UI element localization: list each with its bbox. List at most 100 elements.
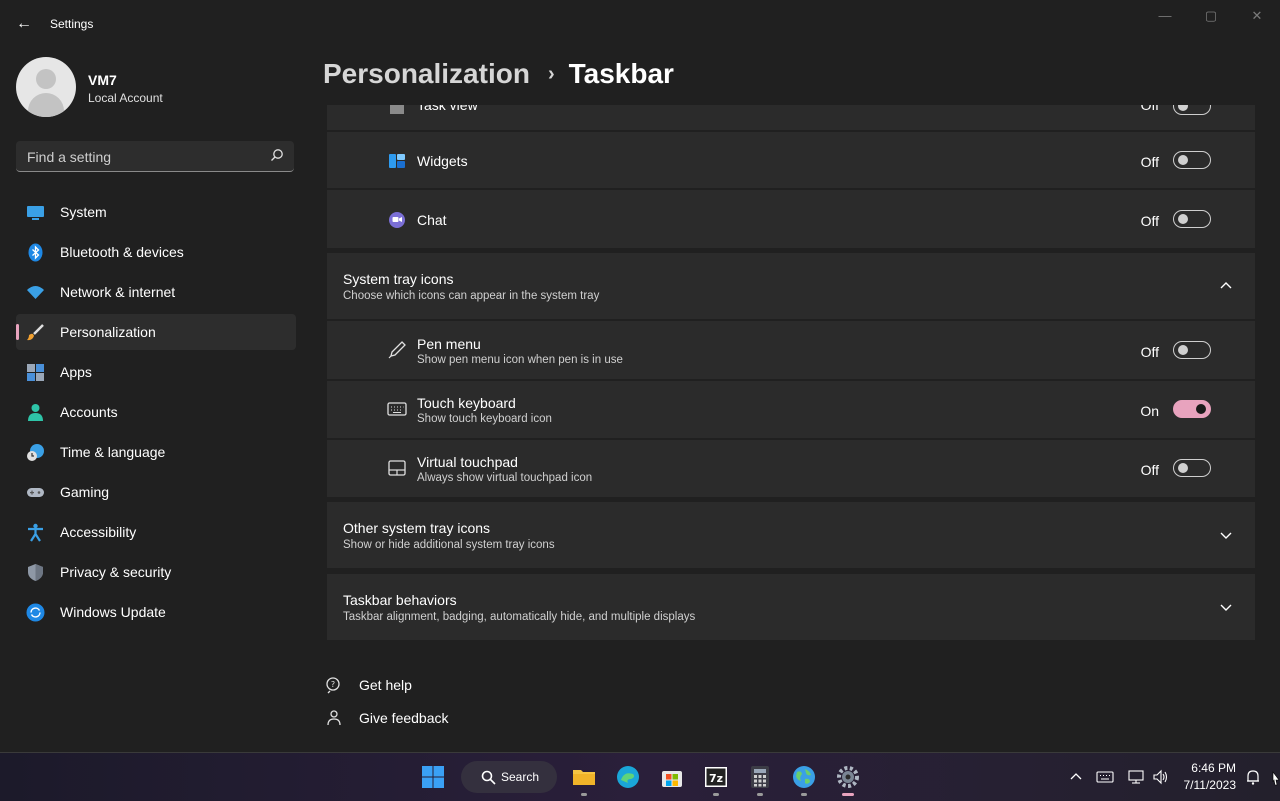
sidebar-item-label: Accounts: [60, 404, 118, 420]
sidebar-item-accessibility[interactable]: Accessibility: [16, 514, 296, 550]
touch-keyboard-toggle[interactable]: [1173, 400, 1211, 418]
chevron-up-icon[interactable]: [1219, 279, 1233, 293]
taskbar-items-card: Task view Off Widgets Off Chat Off: [327, 105, 1255, 248]
start-icon[interactable]: [421, 765, 445, 789]
chevron-down-icon[interactable]: [1219, 600, 1233, 614]
chevron-up-icon[interactable]: [1069, 770, 1083, 784]
sidebar-item-label: Apps: [60, 364, 92, 380]
virtual-touchpad-description: Always show virtual touchpad icon: [417, 472, 593, 484]
title-bar: ← Settings — ▢ ✕: [0, 0, 1280, 48]
taskbar-search-label: Search: [501, 770, 540, 784]
taskbar-search-button[interactable]: Search: [461, 761, 557, 793]
sidebar-item-label: Privacy & security: [60, 564, 172, 580]
clock-time[interactable]: 6:46 PM: [1180, 761, 1236, 775]
chat-icon: [389, 212, 405, 228]
system-tray-subtitle: Choose which icons can appear in the sys…: [343, 290, 600, 302]
system-tray-title: System tray icons: [343, 271, 454, 287]
close-button[interactable]: ✕: [1242, 6, 1272, 26]
search-icon: [481, 770, 496, 785]
other-tray-title: Other system tray icons: [343, 520, 491, 536]
network-icon[interactable]: [1127, 768, 1145, 786]
help-icon: ?: [326, 677, 340, 694]
task-view-toggle[interactable]: [1173, 105, 1211, 115]
running-indicator: [801, 793, 807, 796]
search-input[interactable]: Find a setting: [16, 141, 294, 172]
sidebar-item-bluetooth[interactable]: Bluetooth & devices: [16, 234, 296, 270]
sidebar-item-apps[interactable]: Apps: [16, 354, 296, 390]
back-button[interactable]: ←: [14, 14, 34, 34]
maps-globe-icon[interactable]: [792, 765, 816, 789]
volume-icon[interactable]: [1152, 768, 1170, 786]
taskbar-behaviors-subtitle: Taskbar alignment, badging, automaticall…: [343, 611, 696, 623]
sidebar-item-windows-update[interactable]: Windows Update: [16, 594, 296, 630]
feedback-icon: [327, 710, 341, 726]
widgets-state: Off: [1140, 154, 1159, 170]
person-icon: [28, 404, 43, 421]
settings-content: Task view Off Widgets Off Chat Off Syste…: [327, 105, 1255, 755]
widgets-toggle[interactable]: [1173, 151, 1211, 169]
virtual-touchpad-toggle[interactable]: [1173, 459, 1211, 477]
sidebar-item-network[interactable]: Network & internet: [16, 274, 296, 310]
calculator-icon[interactable]: [748, 765, 772, 789]
sidebar-item-privacy-security[interactable]: Privacy & security: [16, 554, 296, 590]
page-title: Taskbar: [568, 58, 674, 89]
give-feedback-link[interactable]: Give feedback: [359, 710, 449, 726]
system-tray-items: Pen menu Show pen menu icon when pen is …: [327, 321, 1255, 497]
chat-label: Chat: [417, 212, 447, 228]
widgets-icon: [389, 154, 405, 168]
pen-menu-label: Pen menu: [417, 336, 481, 352]
clock-date[interactable]: 7/11/2023: [1180, 778, 1237, 792]
file-explorer-icon[interactable]: [572, 765, 596, 789]
sidebar-item-label: Accessibility: [60, 524, 137, 540]
svg-text:7z: 7z: [709, 772, 723, 785]
edge-icon[interactable]: [616, 765, 640, 789]
restore-button[interactable]: ▢: [1196, 6, 1226, 26]
taskbar-behaviors-title: Taskbar behaviors: [343, 592, 457, 608]
user-profile[interactable]: VM7 Local Account: [16, 57, 296, 119]
sidebar-item-gaming[interactable]: Gaming: [16, 474, 296, 510]
running-indicator: [581, 793, 587, 796]
app-title: Settings: [50, 17, 94, 31]
chevron-down-icon[interactable]: [1219, 528, 1233, 542]
accessibility-icon: [28, 523, 43, 542]
svg-text:?: ?: [331, 680, 335, 689]
account-type: Local Account: [88, 91, 163, 105]
sidebar-item-time-language[interactable]: Time & language: [16, 434, 296, 470]
breadcrumb-personalization[interactable]: Personalization: [323, 58, 530, 89]
pen-menu-toggle[interactable]: [1173, 341, 1211, 359]
search-placeholder: Find a setting: [27, 149, 112, 165]
sidebar-item-personalization[interactable]: Personalization: [16, 314, 296, 350]
get-help-link[interactable]: Get help: [359, 677, 412, 693]
store-icon[interactable]: [660, 765, 684, 789]
sidebar-item-label: Time & language: [60, 444, 166, 460]
touch-keyboard-state: On: [1140, 403, 1159, 419]
touch-keyboard-description: Show touch keyboard icon: [417, 413, 552, 425]
touch-keyboard-tray-icon[interactable]: [1096, 769, 1114, 785]
brush-icon: [27, 324, 44, 341]
7zip-icon[interactable]: 7z: [704, 765, 728, 789]
task-view-state: Off: [1140, 105, 1159, 113]
virtual-touchpad-state: Off: [1140, 462, 1159, 478]
sidebar-item-accounts[interactable]: Accounts: [16, 394, 296, 430]
chat-toggle[interactable]: [1173, 210, 1211, 228]
clock-globe-icon: [27, 444, 44, 461]
task-view-label: Task view: [417, 105, 478, 113]
page-header: Personalization › Taskbar: [323, 58, 674, 90]
sidebar-item-system[interactable]: System: [16, 194, 296, 230]
taskbar-behaviors-expander[interactable]: Taskbar behaviors Taskbar alignment, bad…: [327, 574, 1255, 640]
system-tray-expander[interactable]: System tray icons Choose which icons can…: [327, 253, 1255, 319]
settings-gear-icon[interactable]: [836, 765, 860, 789]
apps-icon: [27, 364, 44, 381]
monitor-icon: [27, 206, 44, 220]
other-tray-expander[interactable]: Other system tray icons Show or hide add…: [327, 502, 1255, 568]
gamepad-icon: [27, 488, 44, 497]
shield-icon: [28, 564, 43, 581]
notification-bell-icon[interactable]: [1244, 768, 1262, 786]
bluetooth-icon: [28, 243, 43, 262]
update-icon: [26, 603, 45, 622]
pen-icon: [388, 341, 406, 359]
windows-taskbar: Search 7z 6:46 PM 7/11/2023: [0, 752, 1280, 801]
touchpad-icon: [388, 460, 406, 476]
sidebar-nav: System Bluetooth & devices Network & int…: [16, 194, 296, 634]
minimize-button[interactable]: —: [1150, 6, 1180, 26]
